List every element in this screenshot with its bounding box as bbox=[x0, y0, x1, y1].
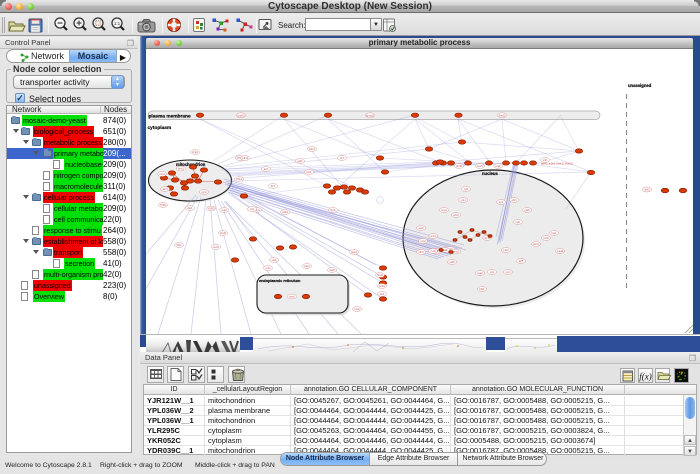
svg-text:YGR0: YGR0 bbox=[207, 207, 215, 211]
svg-text:1x5w: 1x5w bbox=[379, 284, 385, 288]
svg-text:(hxt5): (hxt5) bbox=[499, 113, 506, 117]
svg-text:(pdr5): (pdr5) bbox=[238, 113, 245, 117]
svg-text:plasma membrane: plasma membrane bbox=[149, 114, 191, 120]
svg-text:be4j: be4j bbox=[355, 307, 360, 311]
svg-text:5nd2: 5nd2 bbox=[377, 273, 383, 277]
svg-text:YKR1: YKR1 bbox=[160, 203, 167, 207]
svg-text:cyc8: cyc8 bbox=[430, 249, 436, 253]
svg-text:hxt17: hxt17 bbox=[309, 147, 316, 151]
svg-text:mcm1: mcm1 bbox=[429, 234, 437, 238]
svg-text:cmk1: cmk1 bbox=[192, 150, 199, 154]
svg-text:unk1: unk1 bbox=[644, 188, 650, 192]
svg-text:spt1: spt1 bbox=[516, 220, 521, 224]
svg-text:2nd3: 2nd3 bbox=[220, 231, 226, 235]
svg-text:rad5: rad5 bbox=[449, 260, 455, 264]
svg-text:atr1: atr1 bbox=[264, 167, 269, 171]
svg-text:adh1: adh1 bbox=[533, 242, 539, 246]
svg-text:rps4: rps4 bbox=[460, 198, 466, 202]
svg-text:YNL2: YNL2 bbox=[236, 177, 243, 181]
svg-text:tdh3: tdh3 bbox=[418, 250, 424, 254]
svg-text:gal2: gal2 bbox=[298, 159, 303, 163]
svg-text:del1: del1 bbox=[188, 206, 193, 210]
svg-text:1:1: 1:1 bbox=[114, 21, 121, 26]
svg-text:sec6: sec6 bbox=[289, 295, 295, 299]
svg-text:nucleus: nucleus bbox=[482, 171, 498, 176]
svg-text:eno2: eno2 bbox=[453, 250, 459, 254]
svg-text:htb1: htb1 bbox=[479, 287, 485, 291]
svg-text:unassigned: unassigned bbox=[628, 83, 652, 88]
svg-text:mrps: mrps bbox=[159, 172, 165, 176]
svg-text:mito: mito bbox=[266, 266, 271, 270]
svg-text:erg2: erg2 bbox=[495, 164, 501, 168]
svg-text:rpc4: rpc4 bbox=[505, 270, 511, 274]
svg-text:qdr1: qdr1 bbox=[306, 170, 312, 174]
svg-text:tup1: tup1 bbox=[551, 231, 557, 235]
svg-text:(pma1): (pma1) bbox=[366, 113, 374, 117]
svg-text:rpl2: rpl2 bbox=[464, 187, 469, 191]
svg-text:med2: med2 bbox=[557, 249, 564, 253]
svg-text:cse2: cse2 bbox=[477, 271, 483, 275]
svg-text:qcr2: qcr2 bbox=[201, 190, 207, 194]
svg-text:atp4: atp4 bbox=[162, 187, 168, 191]
svg-text:ste6: ste6 bbox=[272, 258, 277, 262]
svg-text:srb4: srb4 bbox=[511, 198, 517, 202]
svg-text:tat2: tat2 bbox=[380, 292, 385, 296]
svg-text:thi7: thi7 bbox=[271, 184, 276, 188]
svg-text:rgr1: rgr1 bbox=[499, 200, 504, 204]
svg-text:hta2: hta2 bbox=[503, 248, 509, 252]
svg-text:c2b4: c2b4 bbox=[282, 210, 288, 214]
svg-text:endoplasmic reticulum: endoplasmic reticulum bbox=[259, 279, 301, 283]
svg-text:f(x): f(x) bbox=[639, 372, 652, 382]
svg-text:erg2: erg2 bbox=[221, 208, 227, 212]
svg-text:icl2: icl2 bbox=[543, 158, 547, 162]
svg-text:pgk1: pgk1 bbox=[351, 250, 357, 254]
svg-text:f1b3: f1b3 bbox=[304, 264, 310, 268]
svg-text:sec5: sec5 bbox=[477, 164, 483, 168]
svg-text:ssn6: ssn6 bbox=[543, 236, 549, 240]
svg-text:cdc2: cdc2 bbox=[453, 213, 459, 217]
svg-text:bna1: bna1 bbox=[178, 167, 184, 171]
svg-text:gal4: gal4 bbox=[525, 208, 530, 212]
svg-text:pho8: pho8 bbox=[456, 164, 462, 168]
svg-text:5nf1: 5nf1 bbox=[176, 243, 182, 247]
svg-text:itr1: itr1 bbox=[340, 156, 344, 160]
svg-text:pdr12: pdr12 bbox=[242, 156, 249, 160]
svg-text:sec9: sec9 bbox=[213, 245, 219, 249]
svg-text:tpo1: tpo1 bbox=[330, 208, 336, 212]
svg-text:orc2: orc2 bbox=[420, 239, 426, 243]
svg-text:icl1: icl1 bbox=[250, 207, 254, 211]
svg-text:sir2: sir2 bbox=[490, 270, 495, 274]
svg-text:vac8: vac8 bbox=[329, 268, 335, 272]
svg-text:cytoplasm: cytoplasm bbox=[148, 125, 172, 131]
svg-text:taf5: taf5 bbox=[519, 259, 524, 263]
svg-text:nop1: nop1 bbox=[441, 208, 447, 212]
svg-text:swi5: swi5 bbox=[418, 226, 424, 230]
